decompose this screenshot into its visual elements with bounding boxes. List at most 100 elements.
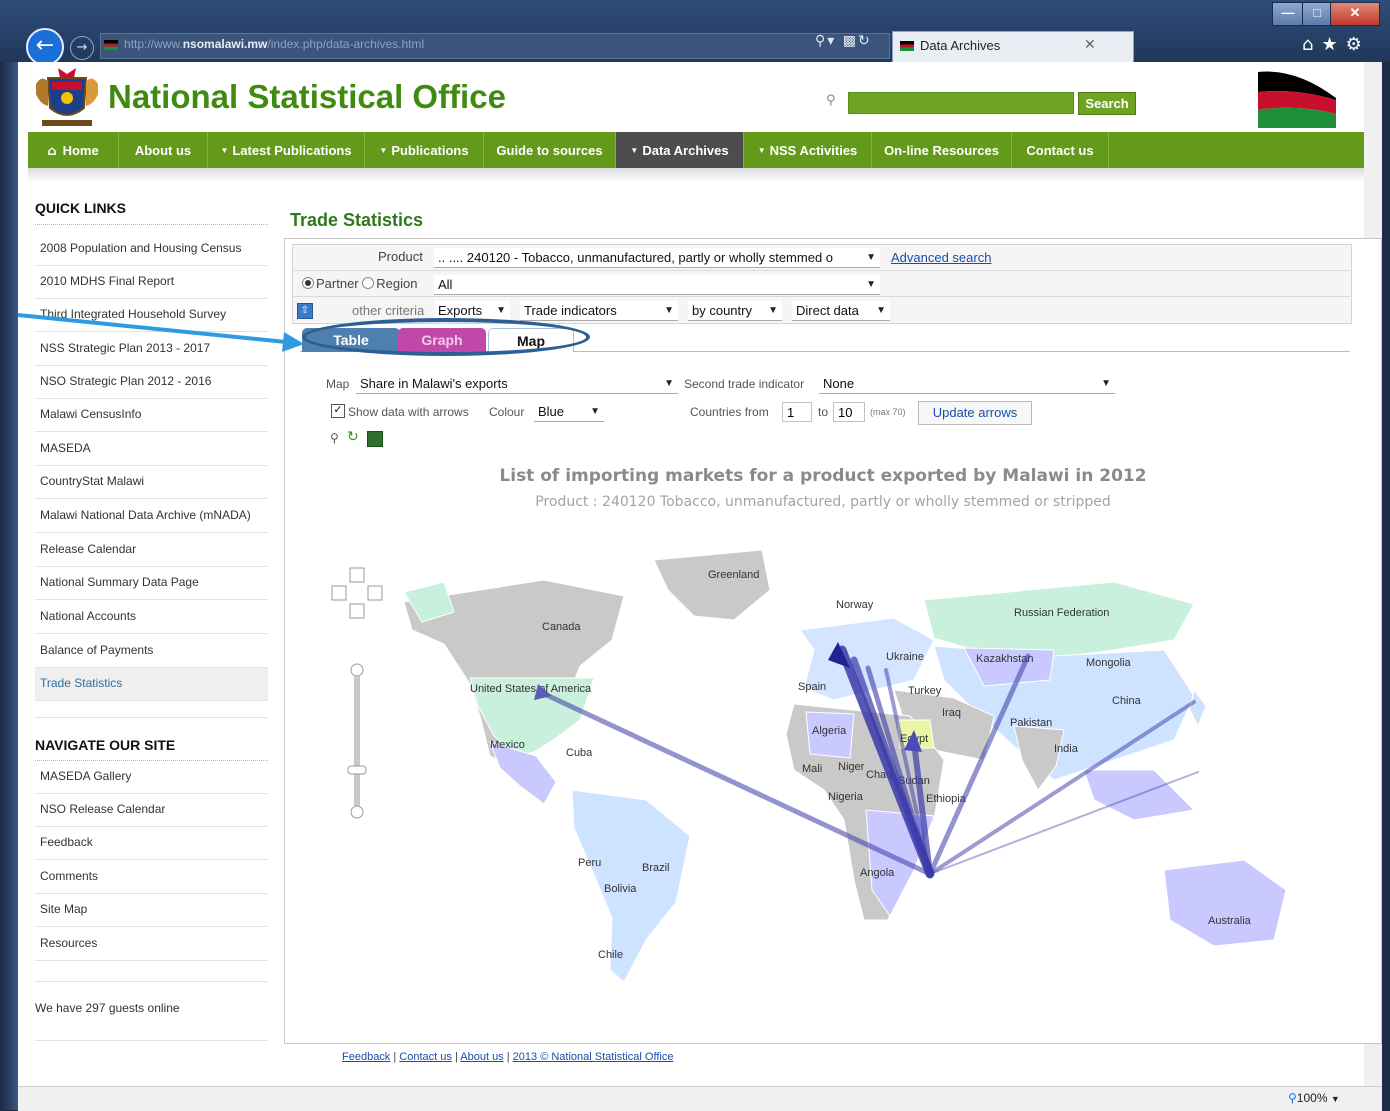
nav-online-resources[interactable]: On-line Resources bbox=[872, 132, 1012, 168]
nav-nss-activities[interactable]: ▼ NSS Activities bbox=[744, 132, 872, 168]
zoom-value: 100% bbox=[1296, 1091, 1328, 1105]
quick-link[interactable]: CountryStat Malawi bbox=[35, 466, 268, 499]
countries-from-input[interactable]: 1 bbox=[782, 402, 812, 422]
site-link[interactable]: Site Map bbox=[35, 894, 268, 927]
update-arrows-button[interactable]: Update arrows bbox=[918, 401, 1032, 425]
caret-down-icon: ▼ bbox=[630, 146, 639, 155]
tab-title[interactable]: Data Archives bbox=[920, 38, 1000, 53]
settings-gear-icon[interactable]: ⚙ bbox=[1346, 34, 1370, 55]
nav-guide-to-sources[interactable]: Guide to sources bbox=[484, 132, 616, 168]
nav-label: Publications bbox=[391, 143, 469, 158]
search-button[interactable]: Search bbox=[1078, 92, 1136, 115]
max-label: (max 70) bbox=[870, 407, 906, 417]
by-country-select[interactable]: by country ▼ bbox=[688, 301, 782, 321]
map-label: Chile bbox=[598, 949, 623, 961]
product-select[interactable]: .. .... 240120 - Tobacco, unmanufactured… bbox=[434, 248, 880, 268]
map-label: Spain bbox=[798, 681, 826, 693]
nav-home[interactable]: ⌂ Home bbox=[28, 132, 119, 168]
zoom-level[interactable]: ⚲100% ▼ bbox=[1288, 1091, 1340, 1105]
partner-radio[interactable] bbox=[302, 277, 314, 289]
site-link[interactable]: Feedback bbox=[35, 827, 268, 860]
footer-feedback-link[interactable]: Feedback bbox=[342, 1051, 390, 1063]
close-window-icon[interactable]: ✕ bbox=[1330, 2, 1380, 26]
dropdown-arrow-icon: ▼ bbox=[664, 378, 674, 389]
show-arrows-label: Show data with arrows bbox=[348, 405, 469, 419]
region-radio[interactable] bbox=[362, 277, 375, 289]
quick-link[interactable]: Malawi CensusInfo bbox=[35, 399, 268, 432]
site-link[interactable]: Resources bbox=[35, 928, 268, 961]
back-arrow-icon[interactable]: ← bbox=[26, 28, 64, 66]
map-pan-control[interactable] bbox=[331, 567, 383, 619]
trade-indicators-select[interactable]: Trade indicators ▼ bbox=[520, 301, 678, 321]
footer-about-link[interactable]: About us bbox=[460, 1051, 503, 1063]
window-controls: — □ ✕ bbox=[1272, 2, 1380, 26]
dropdown-arrow-icon: ▼ bbox=[768, 305, 778, 316]
nav-label: Latest Publications bbox=[232, 143, 352, 158]
footer-contact-link[interactable]: Contact us bbox=[399, 1051, 452, 1063]
quick-link[interactable]: National Accounts bbox=[35, 601, 268, 634]
nav-publications[interactable]: ▼ Publications bbox=[365, 132, 484, 168]
india-region[interactable] bbox=[1013, 725, 1065, 791]
russia-region[interactable] bbox=[923, 581, 1195, 659]
nav-contact-us[interactable]: Contact us bbox=[1012, 132, 1109, 168]
colour-select[interactable]: Blue ▼ bbox=[534, 402, 604, 422]
direct-data-select[interactable]: Direct data ▼ bbox=[792, 301, 890, 321]
favorites-star-icon[interactable]: ★ bbox=[1321, 34, 1345, 55]
quick-link-active[interactable]: Trade Statistics bbox=[35, 668, 268, 701]
map-label: Russian Federation bbox=[1014, 607, 1109, 619]
nav-about-us[interactable]: About us bbox=[119, 132, 208, 168]
quick-link[interactable]: Release Calendar bbox=[35, 534, 268, 567]
tab-close-icon[interactable]: ✕ bbox=[1084, 36, 1096, 53]
partner-label: Partner bbox=[316, 276, 359, 291]
nav-label: Guide to sources bbox=[496, 143, 603, 158]
site-link[interactable]: MASEDA Gallery bbox=[35, 761, 268, 794]
footer-copyright[interactable]: 2013 © National Statistical Office bbox=[513, 1051, 674, 1063]
quick-link[interactable]: Malawi National Data Archive (mNADA) bbox=[35, 500, 268, 533]
refresh-icon[interactable]: ↻ bbox=[347, 429, 359, 445]
map-label: Iraq bbox=[942, 707, 961, 719]
show-arrows-checkbox[interactable]: ✓ bbox=[331, 404, 345, 418]
window-left-edge bbox=[0, 62, 18, 1110]
forward-arrow-icon[interactable]: → bbox=[70, 36, 94, 60]
quick-link[interactable]: 2008 Population and Housing Census bbox=[35, 233, 268, 266]
site-link[interactable]: NSO Release Calendar bbox=[35, 794, 268, 827]
countries-to-input[interactable]: 10 bbox=[833, 402, 865, 422]
address-bar-icons[interactable]: ⚲▾ ▩↻ bbox=[815, 33, 872, 49]
site-link[interactable]: Comments bbox=[35, 861, 268, 894]
world-map[interactable]: Greenland Canada Norway Russian Federati… bbox=[294, 520, 1360, 1020]
region-label: Region bbox=[376, 276, 418, 291]
browser-toolbar-icons[interactable]: ⌂★⚙ bbox=[1302, 34, 1370, 55]
malawi-coat-of-arms-logo bbox=[36, 68, 98, 126]
site-favicon-icon bbox=[104, 40, 118, 50]
partner-select[interactable]: All ▼ bbox=[434, 275, 880, 295]
map-label: Turkey bbox=[908, 685, 942, 697]
colour-value: Blue bbox=[538, 404, 565, 419]
highlight-ellipse bbox=[302, 318, 590, 356]
nav-latest-publications[interactable]: ▼ Latest Publications bbox=[208, 132, 365, 168]
address-url[interactable]: http://www.nsomalawi.mw/index.php/data-a… bbox=[124, 37, 424, 51]
australia-region[interactable] bbox=[1163, 859, 1287, 947]
home-icon[interactable]: ⌂ bbox=[1302, 34, 1321, 55]
nav-label: Contact us bbox=[1026, 143, 1094, 158]
caret-down-icon: ▼ bbox=[220, 146, 229, 155]
map-zoom-slider[interactable] bbox=[347, 663, 367, 819]
product-label: Product bbox=[378, 249, 423, 264]
search-input[interactable] bbox=[848, 92, 1074, 114]
export-excel-icon[interactable] bbox=[367, 431, 383, 447]
quick-link[interactable]: NSO Strategic Plan 2012 - 2016 bbox=[35, 366, 268, 399]
quick-link[interactable]: MASEDA bbox=[35, 433, 268, 466]
map-indicator-value: Share in Malawi's exports bbox=[360, 376, 508, 391]
minimize-icon[interactable]: — bbox=[1272, 2, 1304, 26]
zoom-magnifier-icon[interactable]: ⚲ bbox=[330, 431, 339, 445]
site-title[interactable]: National Statistical Office bbox=[108, 78, 506, 116]
map-indicator-select[interactable]: Share in Malawi's exports ▼ bbox=[356, 374, 678, 394]
maximize-icon[interactable]: □ bbox=[1302, 2, 1332, 26]
greenland-region[interactable] bbox=[653, 549, 771, 621]
quick-link[interactable]: Balance of Payments bbox=[35, 635, 268, 668]
nav-data-archives[interactable]: ▼ Data Archives bbox=[616, 132, 744, 168]
quick-link[interactable]: National Summary Data Page bbox=[35, 567, 268, 600]
second-indicator-select[interactable]: None ▼ bbox=[819, 374, 1115, 394]
advanced-search-link[interactable]: Advanced search bbox=[891, 250, 991, 265]
dropdown-arrow-icon: ▼ bbox=[1101, 378, 1111, 389]
tab-favicon-icon bbox=[900, 41, 914, 51]
